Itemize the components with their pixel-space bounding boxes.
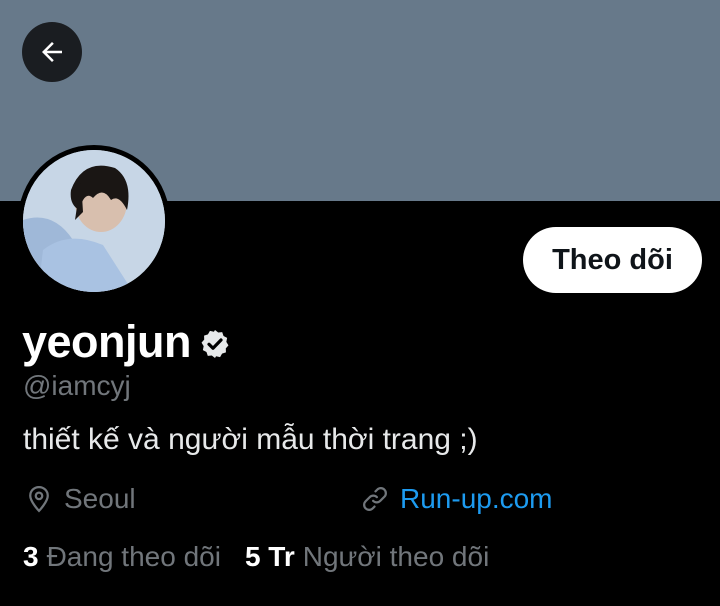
location-text: Seoul: [64, 483, 136, 514]
avatar-photo: [23, 150, 165, 292]
following-stat[interactable]: 3 Đang theo dõi: [23, 541, 221, 573]
followers-stat[interactable]: 5 Tr Người theo dõi: [245, 541, 489, 573]
following-label: Đang theo dõi: [46, 541, 221, 572]
verified-badge-icon: [201, 330, 229, 358]
link-icon: [363, 487, 387, 511]
location: Seoul: [24, 483, 136, 515]
bio-text: thiết kế và người mẫu thời trang ;): [23, 423, 478, 456]
following-count: 3: [23, 541, 39, 572]
username-handle: @iamcyj: [23, 370, 131, 401]
follow-button[interactable]: Theo dõi: [523, 227, 702, 293]
website-link[interactable]: Run-up.com: [360, 483, 553, 515]
followers-label: Người theo dõi: [302, 541, 490, 572]
avatar[interactable]: [18, 145, 170, 297]
location-pin-icon: [29, 485, 49, 513]
followers-count: 5 Tr: [244, 541, 295, 572]
website-text[interactable]: Run-up.com: [400, 483, 553, 515]
name-row: yeonjun: [22, 316, 231, 368]
arrow-left-icon: [42, 42, 62, 62]
back-button[interactable]: [22, 22, 82, 82]
display-name: yeonjun: [22, 316, 192, 367]
follow-stats: 3 Đang theo dõi 5 Tr Người theo dõi: [23, 541, 513, 573]
